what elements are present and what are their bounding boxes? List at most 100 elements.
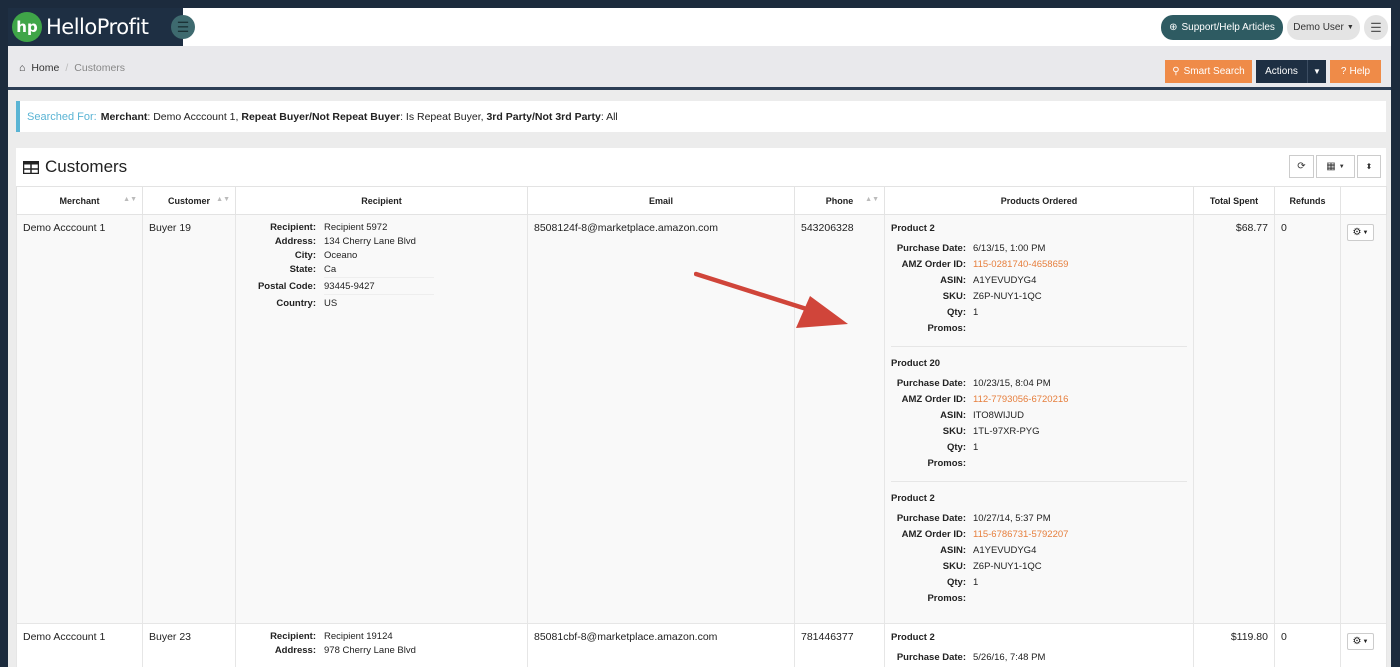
state-value: Ca — [324, 264, 434, 278]
qty-label: Qty: — [947, 442, 966, 453]
address-value: 134 Cherry Lane Blvd — [324, 236, 416, 247]
smart-search-label: Smart Search — [1183, 66, 1245, 77]
promos-label: Promos: — [927, 593, 966, 604]
cell-total-spent: $119.80 — [1193, 623, 1275, 667]
asin-label: ASIN: — [940, 410, 966, 421]
hamburger-icon[interactable]: ☰ — [171, 15, 195, 39]
purchase-date-label: Purchase Date: — [896, 513, 966, 524]
breadcrumb: ⌂ Home / Customers — [19, 62, 125, 74]
table-row: Demo Acccount 1 Buyer 23 Recipient: Recip… — [16, 623, 1387, 667]
promos-value — [973, 323, 1123, 334]
user-menu-button[interactable]: Demo User ▼ — [1287, 15, 1360, 40]
purchase-date-value: 10/23/15, 8:04 PM — [973, 378, 1051, 389]
app-name: HelloProfit — [46, 15, 149, 39]
row-actions-button[interactable]: ⚙ ▼ — [1347, 224, 1374, 241]
recipient-details: Recipient: Recipient 5972 Address: 134 Che… — [236, 222, 521, 309]
cell-customer: Buyer 23 — [142, 623, 236, 667]
refresh-button[interactable]: ⟳ — [1289, 155, 1314, 178]
qty-value: 1 — [973, 577, 979, 588]
sort-toggle-button[interactable]: ⬍ — [1357, 155, 1381, 178]
column-header-products: Products Ordered — [884, 186, 1194, 215]
order-id-link[interactable]: 115-6786731-5792207 — [973, 529, 1123, 540]
filter-value-third-party: : All — [600, 110, 618, 123]
promos-label: Promos: — [927, 458, 966, 469]
asin-value: A1YEVUDYG4 — [973, 275, 1037, 286]
gear-icon: ⚙ — [1352, 227, 1362, 238]
search-summary-label: Searched For: — [27, 110, 97, 123]
customers-table: Merchant ▲▼ Customer ▲▼ Recipient Email Ph… — [16, 186, 1387, 667]
column-header-email: Email — [527, 186, 795, 215]
product-name: Product 2 — [891, 223, 935, 234]
column-header-customer[interactable]: Customer ▲▼ — [142, 186, 236, 215]
postal-label: Postal Code: — [257, 281, 316, 292]
promos-label: Promos: — [927, 323, 966, 334]
sku-value: Z6P-NUY1-1QC — [973, 291, 1042, 302]
order-id-label: AMZ Order ID: — [901, 259, 966, 270]
asin-value: A1YEVUDYG4 — [973, 545, 1037, 556]
caret-down-icon: ▼ — [1362, 229, 1369, 236]
purchase-date-label: Purchase Date: — [896, 243, 966, 254]
order-id-link[interactable]: 112-7793056-6720216 — [973, 394, 1123, 405]
caret-down-icon[interactable]: ▼ — [1308, 67, 1326, 76]
actions-button[interactable]: Actions ▼ — [1256, 60, 1326, 83]
asin-label: ASIN: — [940, 275, 966, 286]
column-header-merchant[interactable]: Merchant ▲▼ — [16, 186, 143, 215]
breadcrumb-home[interactable]: Home — [31, 62, 59, 74]
city-value: Oceano — [324, 250, 358, 261]
sku-label: SKU: — [942, 561, 966, 572]
cell-recipient: Recipient: Recipient 5972 Address: 134 Che… — [235, 214, 528, 624]
table-row: Demo Acccount 1 Buyer 19 Recipient: Recip… — [16, 214, 1387, 624]
qty-value: 1 — [973, 307, 979, 318]
sort-icon: ▲▼ — [216, 196, 230, 203]
product-name: Product 2 — [891, 493, 935, 504]
postal-value: 93445-9427 — [324, 281, 434, 295]
cell-row-actions: ⚙ ▼ — [1340, 623, 1387, 667]
purchase-date-label: Purchase Date: — [896, 378, 966, 389]
refresh-icon: ⟳ — [1297, 161, 1306, 172]
cell-merchant: Demo Acccount 1 — [16, 623, 143, 667]
page-title: Customers — [23, 157, 127, 177]
address-label: Address: — [274, 236, 316, 247]
purchase-date-value: 6/13/15, 1:00 PM — [973, 243, 1046, 254]
cell-total-spent: $68.77 — [1193, 214, 1275, 624]
city-label: City: — [294, 250, 316, 261]
row-actions-button[interactable]: ⚙ ▼ — [1347, 633, 1374, 650]
cell-customer: Buyer 19 — [142, 214, 236, 624]
asin-value: ITO8WIJUD — [973, 410, 1025, 421]
cell-recipient: Recipient: Recipient 19124 Address: 978 Ch… — [235, 623, 528, 667]
lifebuoy-icon: ⊕ — [1169, 22, 1178, 33]
support-button[interactable]: ⊕ Support/Help Articles — [1161, 15, 1283, 40]
product-entry: Product 2 Purchase Date: 5/26/16, 7:48 PM — [891, 632, 1187, 667]
app-frame: hp HelloProfit ☰ ⊕ Support/Help Articles… — [8, 8, 1391, 667]
breadcrumb-bar: ⌂ Home / Customers ⚲ Smart Search Action… — [8, 46, 1391, 90]
breadcrumb-current: Customers — [74, 62, 126, 74]
brand[interactable]: hp HelloProfit — [8, 8, 183, 46]
smart-search-button[interactable]: ⚲ Smart Search — [1165, 60, 1252, 83]
column-header-phone[interactable]: Phone ▲▼ — [794, 186, 885, 215]
address-value: 978 Cherry Lane Blvd — [324, 645, 416, 656]
sort-icon: ▲▼ — [865, 196, 879, 203]
table-icon — [23, 160, 39, 174]
order-id-link[interactable]: 115-0281740-4658659 — [973, 259, 1123, 270]
column-header-recipient: Recipient — [235, 186, 528, 215]
recipient-value: Recipient 19124 — [324, 631, 393, 642]
gear-icon: ⚙ — [1352, 636, 1362, 647]
product-entry: Product 2 Purchase Date: 6/13/15, 1:00 PM… — [891, 223, 1187, 347]
columns-button[interactable]: ▦ ▼ — [1316, 155, 1355, 178]
help-button[interactable]: ? Help — [1330, 60, 1381, 83]
order-id-label: AMZ Order ID: — [901, 394, 966, 405]
promos-value — [973, 593, 1123, 604]
breadcrumb-separator: / — [65, 62, 69, 74]
filter-key-repeat-buyer: Repeat Buyer/Not Repeat Buyer — [241, 110, 401, 123]
menu-lines-icon[interactable]: ☰ — [1364, 15, 1388, 40]
product-entry: Product 20 Purchase Date: 10/23/15, 8:04 … — [891, 358, 1187, 482]
recipient-label: Recipient: — [270, 222, 316, 233]
recipient-details: Recipient: Recipient 19124 Address: 978 Ch… — [236, 631, 521, 656]
recipient-label: Recipient: — [270, 631, 316, 642]
order-id-label: AMZ Order ID: — [901, 529, 966, 540]
purchase-date-value: 10/27/14, 5:37 PM — [973, 513, 1051, 524]
country-label: Country: — [276, 298, 316, 309]
asin-label: ASIN: — [940, 545, 966, 556]
cell-phone: 781446377 — [794, 623, 885, 667]
recipient-value: Recipient 5972 — [324, 222, 388, 233]
